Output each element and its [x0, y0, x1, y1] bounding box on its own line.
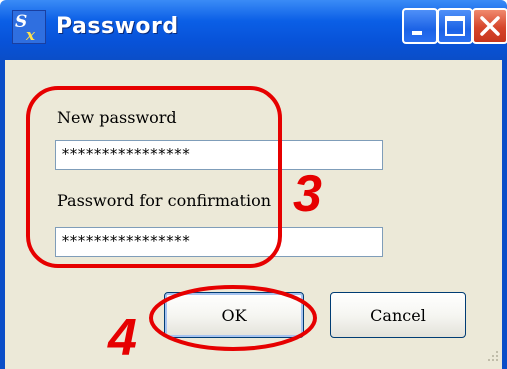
annotation-step-3: 3	[293, 165, 322, 223]
sx-app-icon: S x	[12, 10, 46, 44]
window-frame-right	[502, 60, 507, 369]
close-button[interactable]	[472, 8, 507, 44]
ok-button[interactable]: OK	[164, 292, 304, 338]
window-frame-left	[0, 60, 5, 369]
maximize-button[interactable]	[437, 8, 473, 44]
svg-text:x: x	[25, 26, 36, 44]
ok-button-label: OK	[221, 305, 247, 325]
new-password-field[interactable]: ****************	[55, 140, 383, 170]
resize-grip-icon[interactable]	[482, 349, 500, 367]
annotation-step-4: 4	[108, 309, 137, 367]
close-icon	[480, 16, 500, 36]
confirm-password-field[interactable]: ****************	[55, 227, 383, 257]
window-title: Password	[56, 14, 179, 39]
cancel-button[interactable]: Cancel	[330, 292, 466, 338]
minimize-button[interactable]	[402, 8, 438, 44]
new-password-label: New password	[57, 108, 177, 127]
cancel-button-label: Cancel	[370, 305, 426, 325]
confirm-password-label: Password for confirmation	[57, 191, 272, 210]
maximize-icon	[445, 16, 465, 36]
minimize-icon	[412, 31, 422, 35]
title-bar[interactable]: S x Password	[0, 0, 507, 60]
password-dialog: S x Password New password **************…	[0, 0, 507, 369]
